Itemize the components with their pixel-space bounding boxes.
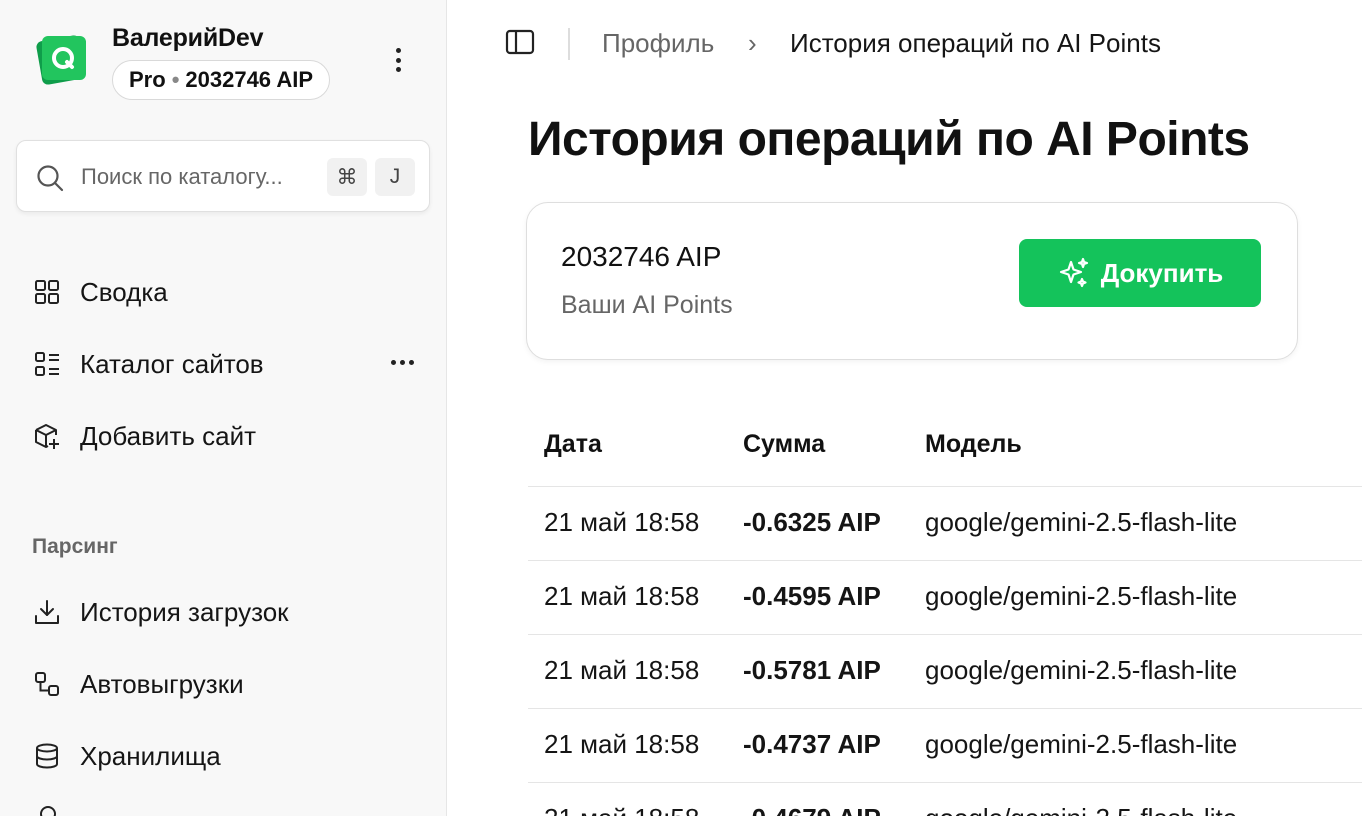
list-icon: [32, 349, 62, 379]
plan-separator: •: [171, 67, 180, 92]
user-name: ВалерийDev: [112, 24, 264, 52]
workflow-icon: [32, 669, 62, 699]
shortcut-modifier-key: ⌘: [327, 158, 367, 196]
cell-date: 21 май 18:58: [544, 803, 699, 816]
cell-amount: -0.4595 AIP: [743, 581, 881, 611]
sidebar-item-partial-icon: [40, 806, 56, 816]
sidebar-item-label: Сводка: [80, 276, 168, 307]
sidebar-item-label: Каталог сайтов: [80, 348, 264, 379]
more-horizontal-icon: [391, 360, 396, 365]
buy-more-label: Докупить: [1100, 257, 1224, 288]
cell-model: google/gemini-2.5-flash-lite: [925, 581, 1238, 611]
table-row: 21 май 18:58 -0.4595 AIP google/gemini-2…: [528, 560, 1362, 634]
cell-model: google/gemini-2.5-flash-lite: [925, 655, 1238, 685]
page-title: История операций по AI Points: [528, 113, 1250, 166]
plan-name: Pro: [129, 67, 166, 92]
sparkles-icon: [1059, 257, 1088, 288]
plan-badge: Pro • 2032746 AIP: [112, 60, 331, 100]
sidebar-item-summary[interactable]: Сводка: [32, 270, 424, 314]
app-logo-icon: [36, 35, 86, 85]
search-box[interactable]: ⌘ J: [16, 140, 430, 212]
sidebar-item-label: Добавить сайт: [80, 420, 257, 451]
balance-value: 2032746 AIP: [561, 241, 722, 272]
cell-date: 21 май 18:58: [544, 655, 700, 685]
cell-amount: -0.5781 AIP: [743, 655, 881, 685]
cell-model: google/gemini-2.5-flash-lite: [925, 729, 1238, 759]
topbar-divider: [568, 28, 570, 60]
sidebar-item-catalog[interactable]: Каталог сайтов: [32, 342, 424, 386]
add-box-icon: [32, 421, 62, 451]
buy-more-button[interactable]: Докупить: [1019, 239, 1261, 307]
chevron-right-icon: ›: [748, 28, 757, 58]
catalog-more-button[interactable]: [391, 360, 414, 365]
table-row: 21 май 18:58 -0.4737 AIP google/gemini-2…: [528, 708, 1362, 782]
sidebar-item-label: Хранилища: [80, 740, 221, 771]
search-input[interactable]: [81, 159, 321, 195]
sidebar-item-label: Автовыгрузки: [80, 668, 244, 699]
main-content: Профиль › История операций по AI Points …: [448, 0, 1362, 816]
cell-date: 21 май 18:58: [544, 729, 700, 759]
cell-model: google/gemini-2.5-flash-lite: [925, 507, 1238, 537]
dashboard-icon: [32, 277, 62, 307]
cell-model: google/gemini-2.5-flash-lite: [925, 803, 1237, 816]
table-row: 21 май 18:58 -0.5781 AIP google/gemini-2…: [528, 634, 1362, 708]
sidebar: ВалерийDev Pro • 2032746 AIP ⌘ J Сводка: [0, 0, 447, 816]
table-row: 21 май 18:58 -0.6325 AIP google/gemini-2…: [528, 486, 1362, 560]
cell-amount: -0.4737 AIP: [743, 729, 881, 759]
breadcrumb-current: История операций по AI Points: [790, 28, 1161, 58]
sidebar-item-auto-exports[interactable]: Автовыгрузки: [32, 662, 424, 706]
balance-card: 2032746 AIP Ваши AI Points Докупить: [526, 202, 1298, 360]
sidebar-item-download-history[interactable]: История загрузок: [32, 590, 424, 634]
cell-date: 21 май 18:58: [544, 507, 700, 537]
sidebar-section-title: Парсинг: [32, 535, 118, 558]
cell-amount: -0.6325 AIP: [743, 507, 881, 537]
breadcrumb-profile-link[interactable]: Профиль: [602, 28, 714, 59]
column-header-amount: Сумма: [743, 430, 826, 458]
column-header-model: Модель: [925, 430, 1022, 458]
sidebar-item-add-site[interactable]: Добавить сайт: [32, 414, 424, 458]
search-icon: [37, 165, 64, 192]
cell-amount: -0.4679 AIP: [743, 803, 881, 816]
sidebar-item-label: История загрузок: [80, 596, 289, 627]
database-icon: [32, 741, 62, 771]
plan-balance: 2032746 AIP: [185, 67, 314, 92]
table-row: 21 май 18:58 -0.4679 AIP google/gemini-2…: [528, 782, 1362, 816]
more-vertical-icon: [395, 48, 401, 53]
column-header-date: Дата: [544, 430, 602, 458]
profile-menu-button[interactable]: [386, 44, 410, 76]
download-icon: [32, 597, 62, 627]
cell-date: 21 май 18:58: [544, 581, 700, 611]
shortcut-letter-key: J: [375, 158, 415, 196]
profile-header[interactable]: ВалерийDev Pro • 2032746 AIP: [32, 22, 422, 102]
sidebar-item-storages[interactable]: Хранилища: [32, 734, 424, 778]
balance-caption: Ваши AI Points: [561, 291, 733, 319]
sidebar-toggle-icon[interactable]: [504, 26, 536, 58]
